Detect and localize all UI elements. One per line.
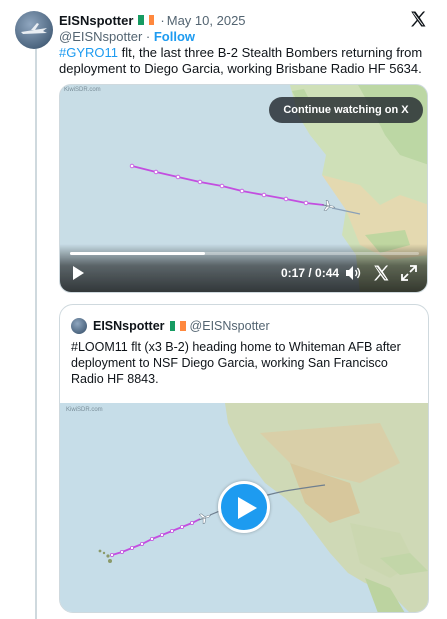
quoted-tweet[interactable]: EISNspotter @EISNspotter #LOOM11 flt (x3… <box>59 304 429 613</box>
avatar[interactable] <box>15 11 53 49</box>
x-logo-icon[interactable] <box>409 10 427 28</box>
ireland-flag-icon <box>138 15 155 25</box>
separator-dot: · <box>145 29 154 44</box>
author-name[interactable]: EISNspotter <box>59 13 133 28</box>
hashtag-link[interactable]: #GYRO11 <box>59 45 118 60</box>
quoted-map-watermark: KiwiSDR.com <box>66 407 103 413</box>
follow-button[interactable]: Follow <box>154 29 195 44</box>
map-watermark: KiwiSDR.com <box>64 87 101 93</box>
close-x-icon[interactable] <box>372 264 390 282</box>
volume-icon[interactable] <box>344 264 362 282</box>
quoted-author-name: EISNspotter <box>93 319 165 333</box>
quoted-video[interactable]: KiwiSDR.com <box>60 403 428 612</box>
quoted-text: #LOOM11 flt (x3 B-2) heading home to Whi… <box>71 340 401 386</box>
play-icon[interactable] <box>69 264 87 282</box>
video-player[interactable]: KiwiSDR.com Continue watching on X 0:17 … <box>59 84 428 293</box>
progress-fill <box>70 252 205 255</box>
fullscreen-icon[interactable] <box>400 264 418 282</box>
separator-dot: · <box>160 12 165 28</box>
quoted-header: EISNspotter @EISNspotter <box>93 318 270 334</box>
quoted-handle: @EISNspotter <box>189 319 270 333</box>
tweet-text: #GYRO11 flt, the last three B-2 Stealth … <box>59 45 431 77</box>
tweet-header: EISNspotter · May 10, 2025 <box>59 11 246 29</box>
author-handle[interactable]: @EISNspotter <box>59 29 142 44</box>
play-button-icon[interactable] <box>218 481 270 533</box>
tweet-date[interactable]: May 10, 2025 <box>167 13 246 28</box>
handle-row: @EISNspotter · Follow <box>59 29 195 44</box>
continue-watching-button[interactable]: Continue watching on X <box>269 97 423 123</box>
ireland-flag-icon <box>169 321 186 331</box>
quoted-avatar <box>71 318 87 334</box>
video-time: 0:17 / 0:44 <box>281 266 340 280</box>
video-controls: 0:17 / 0:44 <box>60 244 427 292</box>
progress-bar[interactable] <box>70 252 419 255</box>
thread-line <box>35 44 37 619</box>
